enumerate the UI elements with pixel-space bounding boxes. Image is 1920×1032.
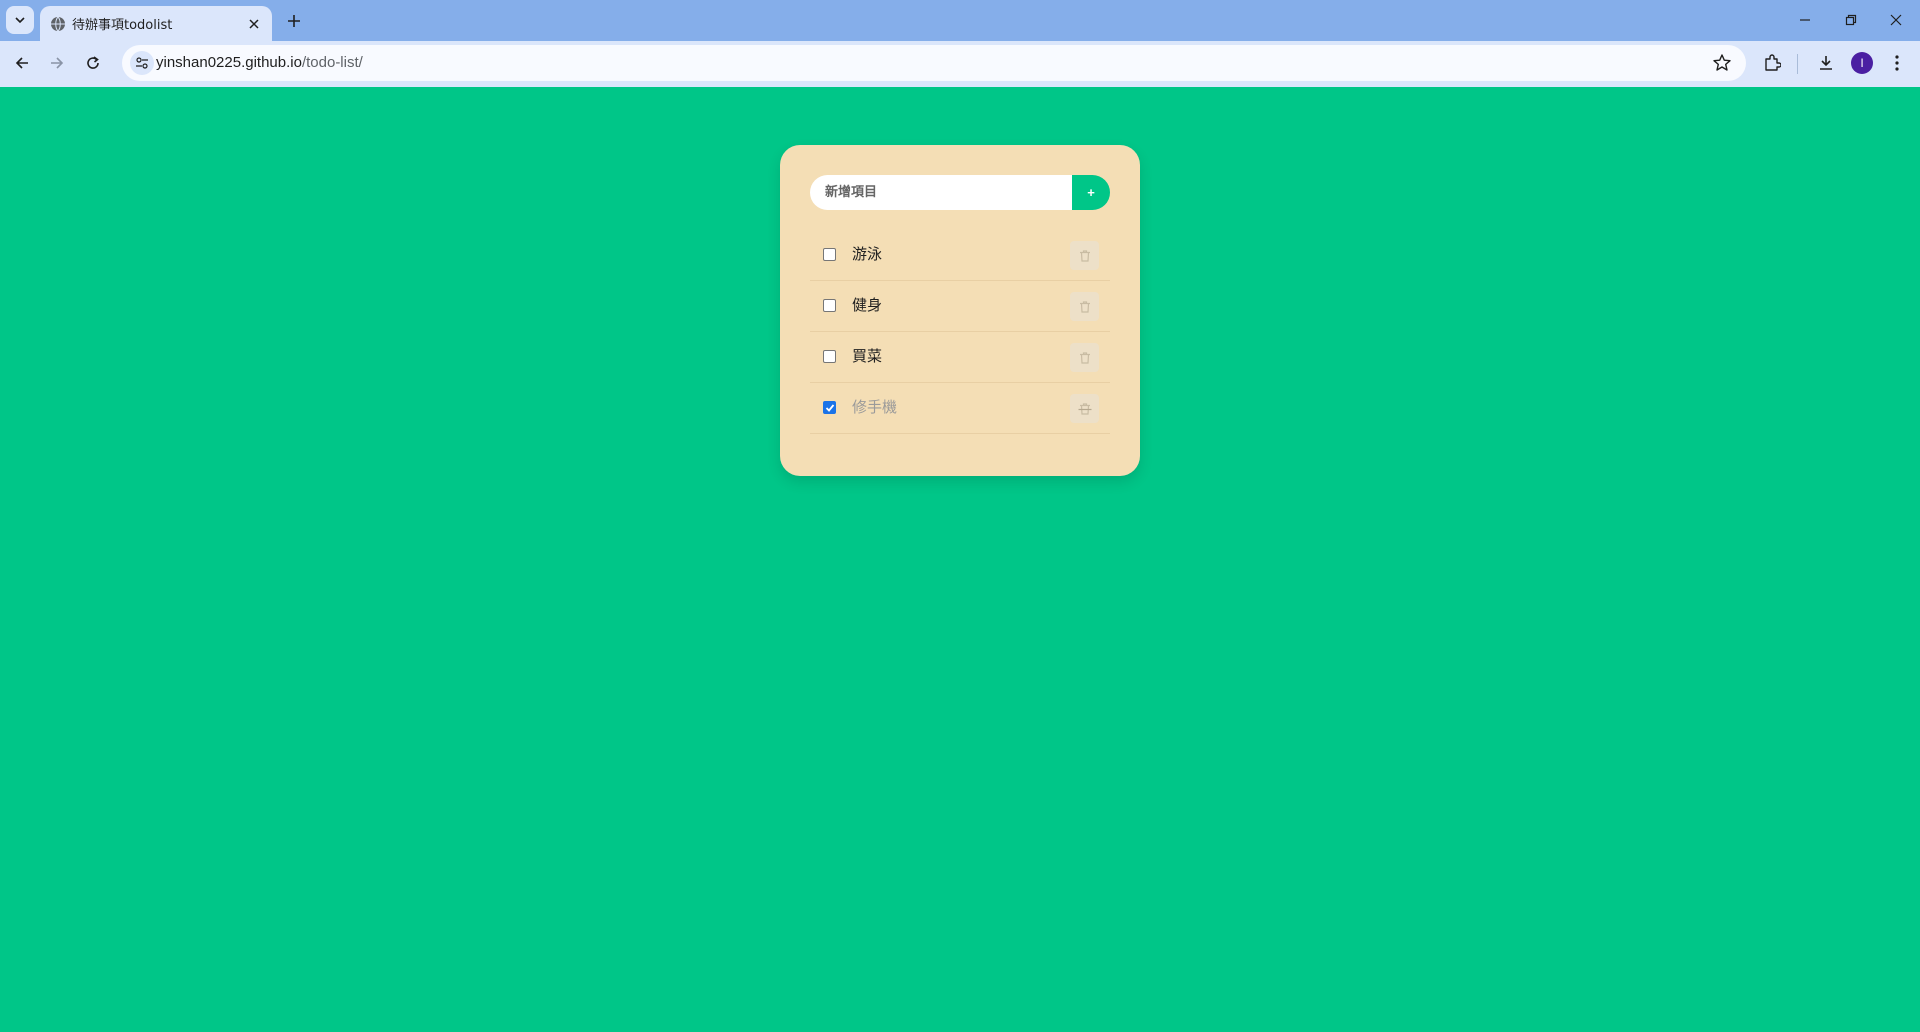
url-path: /todo-list/ xyxy=(301,54,363,71)
delete-button[interactable] xyxy=(1070,394,1099,423)
close-icon[interactable] xyxy=(246,16,262,32)
todo-text: 買菜 xyxy=(852,347,883,365)
tab-search-button[interactable] xyxy=(6,6,34,34)
forward-button[interactable] xyxy=(43,49,71,77)
add-todo-form: + xyxy=(810,175,1110,210)
arrow-left-icon xyxy=(15,57,28,69)
chevron-down-icon xyxy=(15,17,25,24)
puzzle-icon xyxy=(1765,54,1781,71)
todo-item: 修手機 xyxy=(810,383,1110,434)
new-item-input[interactable] xyxy=(810,175,1072,210)
delete-button[interactable] xyxy=(1070,292,1099,321)
check-icon xyxy=(825,403,834,412)
todo-item: 游泳 xyxy=(810,230,1110,281)
todo-list: 游泳 健身 買菜 修手機 xyxy=(810,230,1110,434)
active-tab[interactable]: 待辦事項todolist xyxy=(40,6,272,41)
delete-button[interactable] xyxy=(1070,241,1099,270)
add-item-button[interactable]: + xyxy=(1072,175,1110,210)
arrow-right-icon xyxy=(51,57,64,69)
menu-button[interactable] xyxy=(1884,50,1910,76)
tab-title: 待辦事項todolist xyxy=(72,18,173,33)
todo-checkbox[interactable] xyxy=(823,299,836,312)
restore-icon xyxy=(1845,14,1857,26)
restore-button[interactable] xyxy=(1829,4,1873,36)
todo-checkbox[interactable] xyxy=(823,248,836,261)
downloads-button[interactable] xyxy=(1813,50,1839,76)
globe-icon xyxy=(51,16,65,32)
trash-icon xyxy=(1079,300,1090,313)
todo-text: 健身 xyxy=(852,296,883,314)
download-icon xyxy=(1820,56,1832,70)
url-text: yinshan0225.github.io/todo-list/ xyxy=(156,54,363,71)
minimize-icon xyxy=(1800,19,1810,21)
todo-card: + 游泳 健身 買菜 修手機 xyxy=(780,145,1140,476)
reload-button[interactable] xyxy=(79,49,107,77)
toolbar-divider xyxy=(1797,54,1798,74)
trash-icon xyxy=(1079,351,1090,364)
plus-icon xyxy=(288,15,300,27)
window-close-button[interactable] xyxy=(1874,4,1918,36)
reload-icon xyxy=(87,56,99,69)
bookmark-star-icon[interactable] xyxy=(1712,53,1732,73)
todo-text: 修手機 xyxy=(852,398,898,416)
more-vert-icon xyxy=(1895,55,1899,71)
url-host: yinshan0225.github.io xyxy=(156,54,302,71)
todo-checkbox[interactable] xyxy=(823,350,836,363)
trash-icon xyxy=(1078,402,1091,415)
browser-toolbar: yinshan0225.github.io/todo-list/ I xyxy=(0,41,1920,87)
address-bar[interactable]: yinshan0225.github.io/todo-list/ xyxy=(122,45,1746,81)
profile-avatar[interactable]: I xyxy=(1851,52,1873,74)
tab-strip: 待辦事項todolist xyxy=(0,0,1920,41)
todo-item: 健身 xyxy=(810,281,1110,332)
delete-button[interactable] xyxy=(1070,343,1099,372)
todo-checkbox[interactable] xyxy=(823,401,836,414)
todo-text: 游泳 xyxy=(852,245,883,263)
extensions-button[interactable] xyxy=(1759,50,1785,76)
todo-item: 買菜 xyxy=(810,332,1110,383)
back-button[interactable] xyxy=(8,49,36,77)
new-tab-button[interactable] xyxy=(282,9,306,33)
site-info-icon[interactable] xyxy=(130,51,154,75)
close-icon xyxy=(1890,14,1902,26)
minimize-button[interactable] xyxy=(1783,4,1827,36)
trash-icon xyxy=(1079,249,1090,262)
